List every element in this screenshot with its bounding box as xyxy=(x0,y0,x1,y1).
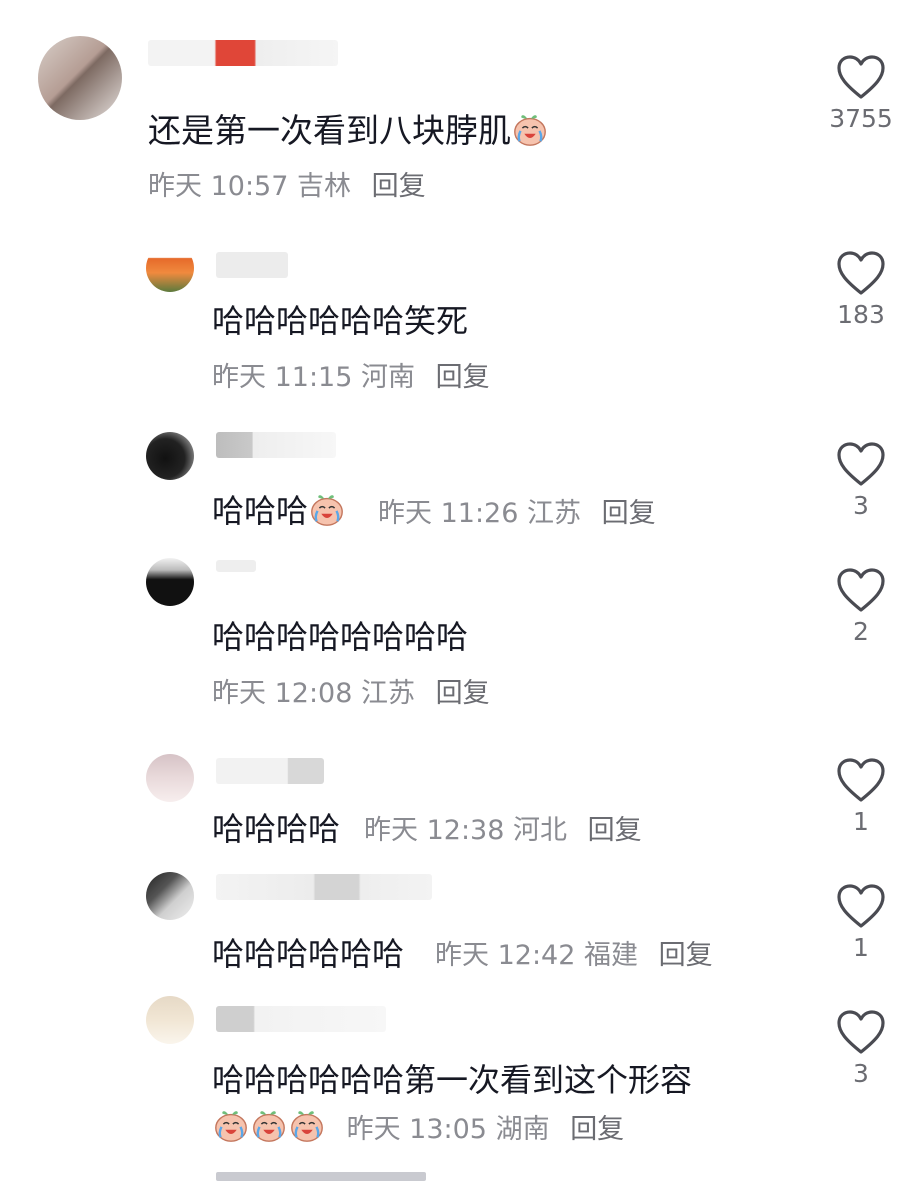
heart-outline-icon xyxy=(836,757,886,803)
heart-outline-icon xyxy=(836,883,886,929)
blurred-username[interactable] xyxy=(216,560,256,572)
crying-laughing-peach-emoji xyxy=(250,1106,288,1144)
comment-text: 哈哈哈哈哈哈第一次看到这个形容 xyxy=(212,1061,693,1099)
blurred-username[interactable] xyxy=(216,758,324,784)
blurred-username[interactable] xyxy=(148,40,338,66)
comment-text: 哈哈哈哈 xyxy=(212,810,341,848)
comment-time: 昨天 10:57 xyxy=(148,171,289,202)
like-button[interactable]: 1 xyxy=(826,757,896,836)
heart-outline-icon xyxy=(836,567,886,613)
like-count: 3755 xyxy=(829,104,893,133)
like-count: 1 xyxy=(853,933,869,962)
comment-location: 河南 xyxy=(361,362,415,393)
commenter-avatar[interactable] xyxy=(146,432,194,480)
comment-meta: 昨天 11:15 河南 回复 xyxy=(212,355,490,394)
comment-meta: 昨天 12:08 江苏 回复 xyxy=(212,671,490,710)
comment-time: 昨天 12:08 xyxy=(212,678,353,709)
like-count: 1 xyxy=(853,807,869,836)
like-count: 3 xyxy=(853,491,869,520)
commenter-avatar[interactable] xyxy=(146,244,194,292)
heart-outline-icon xyxy=(836,1009,886,1055)
commenter-avatar[interactable] xyxy=(146,558,194,606)
comment-time: 昨天 13:05 xyxy=(346,1114,487,1145)
comment-text: 还是第一次看到八块脖肌 xyxy=(148,104,549,152)
comment-meta: 昨天 13:05 湖南 回复 xyxy=(212,1106,624,1146)
comment-meta: 昨天 11:26 江苏 回复 xyxy=(378,491,656,530)
blurred-username[interactable] xyxy=(216,1006,386,1032)
like-button[interactable]: 2 xyxy=(826,567,896,646)
comment-time: 昨天 12:42 xyxy=(435,940,576,971)
comment-location: 江苏 xyxy=(527,498,581,529)
comment-location: 河北 xyxy=(513,815,567,846)
comment-location: 吉林 xyxy=(297,171,351,202)
like-button[interactable]: 183 xyxy=(826,250,896,329)
reply-button[interactable]: 回复 xyxy=(588,815,642,846)
crying-laughing-peach-emoji xyxy=(308,490,346,528)
like-count: 2 xyxy=(853,617,869,646)
blurred-username[interactable] xyxy=(216,874,432,900)
comment-location: 福建 xyxy=(584,940,638,971)
blurred-username[interactable] xyxy=(216,252,288,278)
like-count: 183 xyxy=(837,300,885,329)
comment-text: 哈哈哈哈哈哈笑死 xyxy=(212,302,469,340)
comment-time: 昨天 11:26 xyxy=(378,498,519,529)
like-button[interactable]: 1 xyxy=(826,883,896,962)
expand-more-replies-button[interactable] xyxy=(216,1172,426,1181)
commenter-avatar[interactable] xyxy=(146,754,194,802)
heart-outline-icon xyxy=(836,441,886,487)
crying-laughing-peach-emoji xyxy=(212,1106,250,1144)
reply-button[interactable]: 回复 xyxy=(570,1114,624,1145)
comment-location: 江苏 xyxy=(361,678,415,709)
commenter-avatar[interactable] xyxy=(146,996,194,1044)
crying-laughing-peach-emoji xyxy=(288,1106,326,1144)
reply-button[interactable]: 回复 xyxy=(372,171,426,202)
crying-laughing-peach-emoji xyxy=(511,110,549,148)
reply-button[interactable]: 回复 xyxy=(659,940,713,971)
comment-time: 昨天 12:38 xyxy=(364,815,505,846)
commenter-avatar[interactable] xyxy=(146,872,194,920)
heart-outline-icon xyxy=(836,54,886,100)
comment-location: 湖南 xyxy=(495,1114,550,1145)
like-button[interactable]: 3755 xyxy=(826,54,896,133)
reply-button[interactable]: 回复 xyxy=(436,678,490,709)
blurred-username[interactable] xyxy=(216,432,336,458)
heart-outline-icon xyxy=(836,250,886,296)
comment-text: 哈哈哈哈哈哈 xyxy=(212,935,405,973)
comment-meta: 昨天 12:38 河北 回复 xyxy=(364,808,642,847)
comment-meta: 昨天 10:57 吉林 回复 xyxy=(148,164,426,203)
comment-meta: 昨天 12:42 福建 回复 xyxy=(435,933,713,972)
like-button[interactable]: 3 xyxy=(826,1009,896,1088)
reply-button[interactable]: 回复 xyxy=(436,362,490,393)
comment-text: 哈哈哈哈哈哈哈哈 xyxy=(212,618,469,656)
like-count: 3 xyxy=(853,1059,869,1088)
comment-time: 昨天 11:15 xyxy=(212,362,353,393)
reply-button[interactable]: 回复 xyxy=(602,498,656,529)
like-button[interactable]: 3 xyxy=(826,441,896,520)
commenter-avatar[interactable] xyxy=(38,36,122,120)
comment-text: 哈哈哈 xyxy=(212,486,346,532)
